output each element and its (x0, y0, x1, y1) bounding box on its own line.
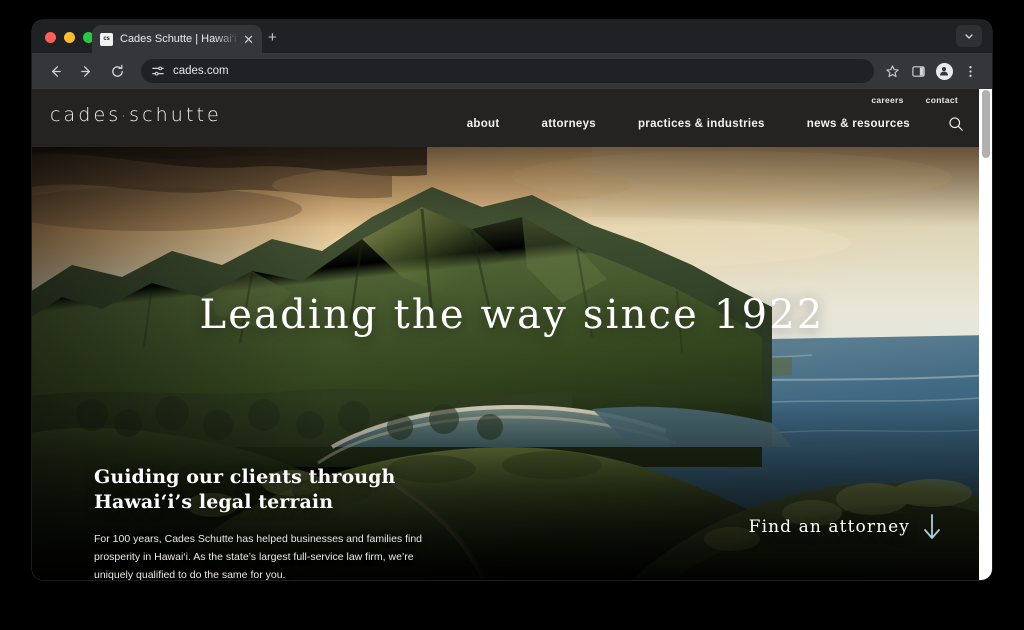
avatar (935, 62, 953, 80)
search-button[interactable] (948, 116, 964, 132)
favicon-icon: cs (100, 32, 113, 46)
reload-icon (111, 64, 123, 77)
nav-item-about[interactable]: about (467, 118, 500, 130)
site-logo[interactable]: cades·schutte (50, 104, 222, 126)
browser-menu-button[interactable] (958, 59, 982, 83)
sliders-icon[interactable] (151, 64, 165, 78)
star-icon (885, 64, 899, 77)
minimize-window-button[interactable] (64, 32, 75, 43)
logo-part-one: cades (50, 104, 122, 126)
close-window-button[interactable] (45, 32, 56, 43)
browser-tab[interactable]: cs Cades Schutte | Hawai‘i Busin ✕ (92, 25, 262, 53)
address-bar[interactable]: cades.com (141, 59, 874, 83)
bookmark-button[interactable] (880, 59, 904, 83)
forward-arrow-icon (80, 65, 90, 77)
back-button[interactable] (42, 58, 68, 84)
page-scrollbar[interactable] (979, 89, 992, 580)
hero-copy-block: Guiding our clients through Hawai‘i’s le… (94, 465, 424, 580)
utility-link-careers[interactable]: careers (871, 95, 903, 105)
close-tab-icon[interactable]: ✕ (243, 33, 254, 46)
scrollbar-thumb[interactable] (982, 90, 990, 158)
nav-item-news-resources[interactable]: news & resources (807, 118, 910, 130)
window-controls (45, 32, 94, 43)
page-viewport: cades·schutte careers contact about atto… (32, 89, 992, 580)
nav-item-attorneys[interactable]: attorneys (542, 118, 596, 130)
browser-toolbar: cades.com (32, 53, 992, 89)
three-dot-menu-icon (968, 65, 972, 77)
search-icon (949, 117, 963, 131)
tab-title: Cades Schutte | Hawai‘i Busin (120, 33, 239, 45)
site-header: cades·schutte careers contact about atto… (32, 89, 992, 147)
utility-link-contact[interactable]: contact (926, 95, 958, 105)
logo-part-two: schutte (129, 104, 222, 126)
hero-subheadline: Guiding our clients through Hawai‘i’s le… (94, 466, 396, 514)
side-panel-icon (911, 65, 925, 77)
side-panel-button[interactable] (906, 59, 930, 83)
logo-separator: · (121, 107, 130, 125)
main-nav: about attorneys practices & industries n… (425, 116, 964, 132)
find-attorney-label: Find an attorney (748, 517, 910, 537)
toolbar-actions (880, 59, 982, 83)
url-text: cades.com (173, 65, 229, 77)
tab-list-button[interactable] (956, 25, 982, 47)
new-tab-button[interactable]: + (268, 30, 277, 45)
chevron-down-icon (965, 34, 973, 39)
find-attorney-cta[interactable]: Find an attorney (749, 514, 942, 540)
browser-window: cs Cades Schutte | Hawai‘i Busin ✕ + (32, 20, 992, 580)
tab-strip: cs Cades Schutte | Hawai‘i Busin ✕ + (32, 20, 992, 53)
person-icon (939, 66, 949, 76)
forward-button[interactable] (73, 58, 99, 84)
hero-section: Leading the way since 1922 Guiding our c… (32, 147, 992, 580)
arrow-down-icon (924, 514, 940, 539)
nav-item-practices-industries[interactable]: practices & industries (638, 118, 765, 130)
hero-paragraph: For 100 years, Cades Schutte has helped … (94, 532, 423, 580)
back-arrow-icon (51, 65, 61, 77)
reload-button[interactable] (104, 58, 130, 84)
utility-nav: careers contact (871, 95, 958, 105)
hero-headline: Leading the way since 1922 (199, 291, 825, 338)
profile-button[interactable] (932, 59, 956, 83)
